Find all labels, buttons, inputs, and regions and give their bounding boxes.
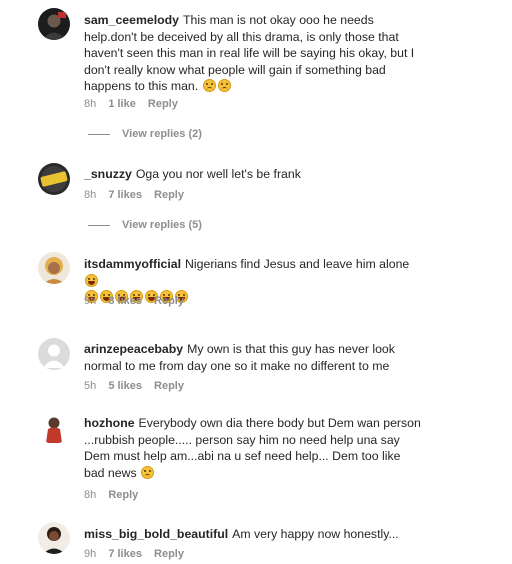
comment-time: 5h xyxy=(84,380,97,392)
reply-button[interactable]: Reply xyxy=(154,380,184,392)
comment-text: Oga you nor well let's be frank xyxy=(135,167,301,181)
view-replies-label: View replies (2) xyxy=(122,128,202,140)
comment-meta: 9h 8 likes Reply xyxy=(84,295,193,307)
avatar[interactable] xyxy=(38,412,70,444)
comment-body: _snuzzy Oga you nor well let's be frank xyxy=(84,166,424,183)
replies-divider xyxy=(88,133,110,135)
emoji-sad-icon xyxy=(202,79,216,92)
comment-body: hozhone Everybody own dia there body but … xyxy=(84,415,424,481)
comment-username[interactable]: _snuzzy xyxy=(84,167,132,181)
comment-likes[interactable]: 1 like xyxy=(108,98,136,110)
avatar[interactable] xyxy=(38,8,70,40)
comment-meta: 8h 7 likes Reply xyxy=(84,189,193,201)
comment-username[interactable]: arinzepeacebaby xyxy=(84,342,183,356)
comment-text: Am very happy now honestly... xyxy=(232,527,399,541)
comment-username[interactable]: itsdammyofficial xyxy=(84,257,181,271)
reply-button[interactable]: Reply xyxy=(148,98,178,110)
comment-body: miss_big_bold_beautiful Am very happy now… xyxy=(84,526,424,543)
replies-divider xyxy=(88,224,110,226)
comment-username[interactable]: sam_ceemelody xyxy=(84,13,179,27)
comment-text: Nigerians find Jesus and leave him alone xyxy=(185,257,410,271)
comment-username[interactable]: hozhone xyxy=(84,416,135,430)
avatar[interactable] xyxy=(38,522,70,554)
comment-time: 8h xyxy=(84,489,97,501)
reply-button[interactable]: Reply xyxy=(154,189,184,201)
comment-time: 8h xyxy=(84,98,97,110)
view-replies-button[interactable]: View replies (5) xyxy=(88,219,202,231)
view-replies-label: View replies (5) xyxy=(122,219,202,231)
comment-likes[interactable]: 8 likes xyxy=(108,295,142,307)
comment-likes[interactable]: 5 likes xyxy=(108,380,142,392)
comment-likes[interactable]: 7 likes xyxy=(108,548,142,560)
emoji-sad-icon xyxy=(141,465,155,479)
reply-button[interactable]: Reply xyxy=(154,295,184,307)
comment-time: 9h xyxy=(84,295,97,307)
comment-time: 9h xyxy=(84,548,97,560)
comment-time: 8h xyxy=(84,189,97,201)
emoji-laugh-icon xyxy=(85,273,98,287)
avatar[interactable] xyxy=(38,252,70,284)
comment-body: arinzepeacebaby My own is that this guy h… xyxy=(84,341,424,374)
comment-username[interactable]: miss_big_bold_beautiful xyxy=(84,527,228,541)
avatar[interactable] xyxy=(38,338,70,370)
view-replies-button[interactable]: View replies (2) xyxy=(88,128,202,140)
comment-meta: 5h 5 likes Reply xyxy=(84,380,193,392)
avatar[interactable] xyxy=(38,163,70,195)
comment-meta: 9h 7 likes Reply xyxy=(84,548,193,560)
reply-button[interactable]: Reply xyxy=(108,489,138,501)
reply-button[interactable]: Reply xyxy=(154,548,184,560)
comment-body: sam_ceemelody This man is not okay ooo he… xyxy=(84,12,424,95)
comment-likes[interactable]: 7 likes xyxy=(108,189,142,201)
emoji-sad-icon xyxy=(217,79,231,92)
comment-meta: 8h 1 like Reply xyxy=(84,98,187,110)
comment-meta: 8h Reply xyxy=(84,489,147,501)
